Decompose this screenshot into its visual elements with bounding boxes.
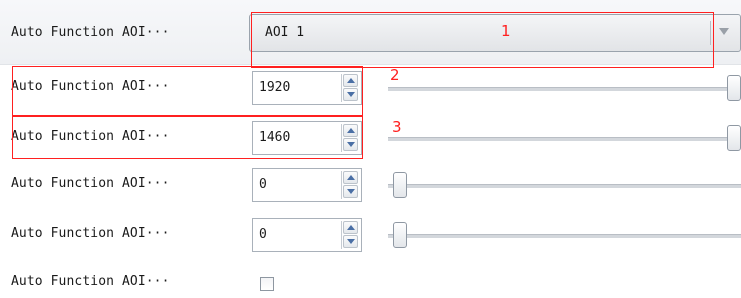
spin-buttons	[341, 221, 359, 249]
aoi-offset-y-label: Auto Function AOI···	[11, 226, 170, 241]
annotation-label-2: 2	[390, 66, 400, 84]
aoi-offset-x-row: Auto Function AOI··· 0	[0, 165, 741, 205]
aoi-enable-label: Auto Function AOI···	[11, 274, 170, 289]
aoi-width-slider-handle[interactable]	[727, 75, 741, 101]
aoi-offset-x-label: Auto Function AOI···	[11, 176, 170, 191]
aoi-offset-x-slider-handle[interactable]	[393, 172, 407, 198]
arrow-down-icon	[347, 239, 355, 244]
annotation-box-1	[251, 12, 714, 68]
aoi-offset-y-spinbox[interactable]: 0	[252, 218, 362, 252]
spin-buttons	[341, 171, 359, 199]
arrow-down-icon	[347, 189, 355, 194]
aoi-offset-x-spinbox[interactable]: 0	[252, 168, 362, 202]
arrow-up-icon	[347, 175, 355, 180]
annotation-label-3: 3	[392, 118, 402, 136]
aoi-offset-x-value[interactable]: 0	[259, 177, 267, 192]
spin-down-button[interactable]	[343, 235, 358, 248]
aoi-height-slider-groove[interactable]	[388, 137, 741, 141]
annotation-box-3	[12, 115, 363, 159]
aoi-offset-y-value[interactable]: 0	[259, 227, 267, 242]
aoi-offset-y-slider-groove[interactable]	[388, 234, 741, 238]
spin-up-button[interactable]	[343, 171, 358, 184]
annotation-box-2	[12, 66, 363, 117]
aoi-enable-row: Auto Function AOI···	[0, 262, 741, 298]
chevron-down-icon[interactable]	[719, 28, 729, 35]
annotation-label-1: 1	[501, 22, 511, 40]
spin-up-button[interactable]	[343, 221, 358, 234]
aoi-offset-y-slider-handle[interactable]	[393, 222, 407, 248]
aoi-offset-x-slider-groove[interactable]	[388, 184, 741, 188]
aoi-width-slider-groove[interactable]	[388, 87, 741, 91]
aoi-height-slider-handle[interactable]	[727, 125, 741, 151]
aoi-enable-checkbox[interactable]	[260, 277, 274, 291]
spin-down-button[interactable]	[343, 185, 358, 198]
aoi-offset-y-row: Auto Function AOI··· 0	[0, 215, 741, 255]
arrow-up-icon	[347, 225, 355, 230]
aoi-select-label: Auto Function AOI···	[11, 25, 170, 40]
